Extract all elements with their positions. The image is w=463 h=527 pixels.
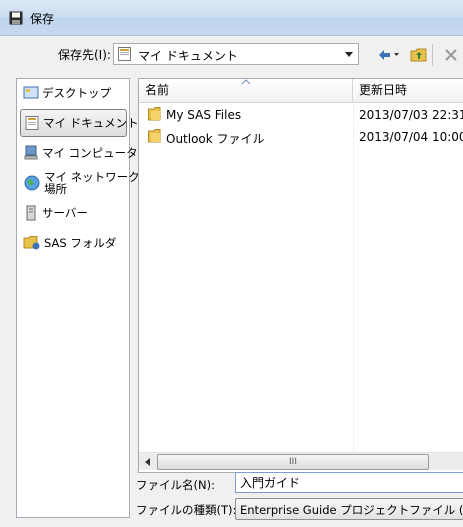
window-title: 保存 [30,12,55,26]
title-bar [0,0,463,36]
folder-icon [148,107,161,121]
sort-ascending-icon [241,79,251,85]
place-sas-folders[interactable]: SAS フォルダ [20,229,127,257]
place-my-documents[interactable]: マイ ドキュメント [20,109,139,137]
scroll-left-button[interactable] [140,454,156,469]
place-network[interactable]: マイ ネットワークの 場所 [20,167,151,199]
scroll-grip: III [289,457,297,467]
scroll-left-arrow-icon [145,457,150,466]
sas-folder-icon [23,236,40,250]
filename-input[interactable] [235,472,463,493]
file-name: My SAS Files [166,108,242,122]
table-row[interactable]: My SAS Files 2013/07/03 22:31 [139,104,463,126]
folder-icon [148,129,161,143]
my-documents-icon [25,116,39,130]
file-list[interactable]: 名前 更新日時 My SAS Files 2013/07/03 22:31 Ou… [138,78,463,473]
filetype-dropdown[interactable]: Enterprise Guide プロジェクトファイル (*.egp) [235,498,463,520]
toolbar-divider [432,44,433,66]
my-documents-icon [118,47,131,61]
save-in-label: 保存先(I): [58,48,111,62]
list-header: 名前 更新日時 [139,79,463,103]
scroll-thumb[interactable]: III [157,454,429,470]
desktop-icon [23,86,39,99]
server-icon [26,205,36,221]
table-row[interactable]: Outlook ファイル 2013/07/04 10:00 [139,126,463,148]
network-icon [24,175,40,191]
column-header-date[interactable]: 更新日時 [353,79,463,102]
up-folder-icon [410,48,427,62]
place-server[interactable]: サーバー [20,199,127,227]
file-name: Outlook ファイル [166,132,265,146]
place-desktop[interactable]: デスクトップ [20,79,127,107]
file-date: 2013/07/04 10:00 [359,130,463,144]
computer-icon [24,145,38,160]
save-in-value: マイ ドキュメント [138,49,238,63]
save-disk-icon [9,11,23,25]
back-arrow-icon [379,50,399,60]
chevron-down-icon[interactable] [344,48,354,60]
horizontal-scrollbar[interactable]: III [139,452,463,470]
delete-button[interactable] [440,44,462,66]
save-in-dropdown[interactable]: マイ ドキュメント [113,43,359,65]
delete-x-icon [445,49,457,61]
filetype-value: Enterprise Guide プロジェクトファイル (*.egp) [240,503,463,517]
column-divider [353,102,354,452]
filetype-label: ファイルの種類(T): [136,503,237,517]
places-bar: デスクトップ マイ ドキュメント マイ コンピュータ マイ ネットワークの 場所 … [16,78,151,518]
up-folder-button[interactable] [408,44,430,66]
filename-label: ファイル名(N): [136,478,215,492]
place-my-computer[interactable]: マイ コンピュータ [20,139,138,167]
back-button[interactable] [374,45,404,65]
file-date: 2013/07/03 22:31 [359,108,463,122]
